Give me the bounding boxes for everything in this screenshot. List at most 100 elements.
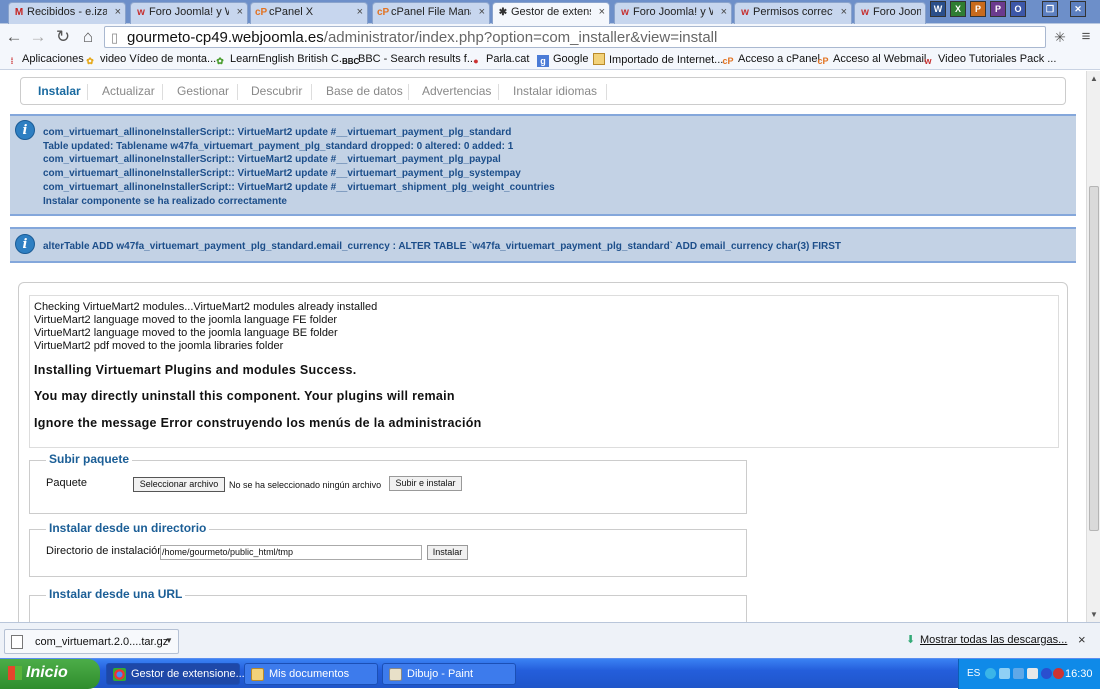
tab-instalar[interactable]: Instalar — [38, 84, 81, 98]
show-all-downloads-link[interactable]: Mostrar todas las descargas... — [920, 634, 1067, 646]
parla-icon: ● — [473, 56, 479, 66]
bookmark-aplicaciones[interactable]: ⁞ Aplicaciones — [6, 53, 84, 67]
log-line: VirtueMart2 language moved to the joomla… — [34, 314, 338, 326]
language-indicator[interactable]: ES — [967, 668, 980, 679]
close-tab-icon[interactable]: × — [357, 6, 363, 18]
tray-app-icon[interactable] — [1013, 668, 1024, 679]
browser-tab-cpanel[interactable]: cP cPanel X × — [250, 2, 368, 24]
tab-descubrir[interactable]: Descubrir — [251, 84, 302, 98]
info-icon: i — [15, 120, 35, 140]
security-icon[interactable] — [1041, 668, 1052, 679]
download-item[interactable]: com_virtuemart.2.0....tar.gz ▼ — [4, 629, 179, 654]
display-icon[interactable] — [1027, 668, 1038, 679]
start-button[interactable]: Inicio — [0, 659, 100, 689]
bookmark-label: Importado de Internet... — [609, 54, 724, 66]
page-scrollbar[interactable]: ▲ ▼ — [1086, 71, 1100, 622]
windows-logo-icon — [8, 666, 22, 680]
tab-base-de-datos[interactable]: Base de datos — [326, 84, 403, 98]
close-tab-icon[interactable]: × — [841, 6, 847, 18]
windows-taskbar: Inicio Gestor de extensione... Mis docum… — [0, 658, 1100, 689]
connection-icon[interactable] — [999, 668, 1010, 679]
menu-icon[interactable]: ≡ — [1076, 27, 1096, 47]
task-dibujo-paint[interactable]: Dibujo - Paint — [382, 663, 516, 685]
close-tab-icon[interactable]: × — [479, 6, 485, 18]
close-tab-icon[interactable]: × — [115, 6, 121, 18]
bookmark-learnenglish[interactable]: ✿ LearnEnglish British C... — [214, 53, 348, 67]
bookmark-acceso-webmail[interactable]: cP Acceso al Webmail — [817, 53, 926, 67]
bookmark-bbc[interactable]: BBCBBC - Search results f... — [342, 53, 476, 68]
downloads-bar: com_virtuemart.2.0....tar.gz ▼ ⬇ Mostrar… — [0, 622, 1100, 658]
select-file-button[interactable]: Seleccionar archivo — [133, 477, 225, 492]
home-icon[interactable]: ⌂ — [78, 27, 98, 47]
bookmark-video-montaje[interactable]: ✿ video Vídeo de monta... — [84, 53, 216, 67]
bookmark-google[interactable]: g Google — [537, 53, 588, 67]
task-gestor-extensiones[interactable]: Gestor de extensione... — [106, 663, 245, 685]
download-filename: com_virtuemart.2.0....tar.gz — [35, 636, 169, 648]
scroll-up-arrow-icon[interactable]: ▲ — [1090, 74, 1098, 83]
browser-tab-strip: M Recibidos - e.izag × w Foro Joomla! y … — [0, 0, 1100, 24]
tab-instalar-idiomas[interactable]: Instalar idiomas — [513, 84, 597, 98]
browser-tab-permisos[interactable]: w Permisos correcto × — [734, 2, 852, 24]
browser-tab-foro-joomla-2[interactable]: w Foro Joomla! y W × — [614, 2, 732, 24]
google-icon: g — [537, 55, 549, 67]
scroll-down-arrow-icon[interactable]: ▼ — [1090, 610, 1098, 619]
close-icon[interactable]: × — [1078, 632, 1086, 647]
forward-arrow-icon[interactable]: → — [28, 27, 48, 47]
joomla-icon: w — [621, 7, 629, 18]
extension-icon[interactable]: ✳ — [1050, 27, 1070, 47]
outlook-app-icon[interactable]: O — [1010, 1, 1026, 17]
tab-advertencias[interactable]: Advertencias — [422, 84, 491, 98]
browser-tab-gmail[interactable]: M Recibidos - e.izag × — [8, 2, 126, 24]
back-arrow-icon[interactable]: ← — [4, 27, 24, 47]
close-tab-icon[interactable]: × — [721, 6, 727, 18]
address-bar[interactable]: ▯ gourmeto-cp49.webjoomla.es/administrat… — [104, 26, 1046, 48]
subnav-separator — [162, 84, 163, 100]
scrollbar-thumb[interactable] — [1089, 186, 1099, 531]
task-mis-documentos[interactable]: Mis documentos — [244, 663, 378, 685]
file-icon — [11, 635, 23, 649]
bookmark-importado[interactable]: Importado de Internet... — [593, 53, 723, 66]
chevron-down-icon[interactable]: ▼ — [165, 636, 173, 645]
network-icon[interactable] — [985, 668, 996, 679]
install-url-legend: Instalar desde una URL — [46, 587, 186, 601]
message-line: com_virtuemart_allinoneInstallerScript::… — [43, 154, 501, 165]
log-line: VirtueMart2 language moved to the joomla… — [34, 327, 338, 339]
browser-tab-foro-joomla-1[interactable]: w Foro Joomla! y W × — [130, 2, 248, 24]
restore-window-icon[interactable]: ❐ — [1042, 1, 1058, 17]
message-line: com_virtuemart_allinoneInstallerScript::… — [43, 127, 512, 138]
powerpoint-app-icon[interactable]: P — [970, 1, 986, 17]
message-line: com_virtuemart_allinoneInstallerScript::… — [43, 182, 555, 193]
log-bold-line: Ignore the message Error construyendo lo… — [34, 416, 482, 430]
close-tab-icon[interactable]: × — [237, 6, 243, 18]
tab-gestionar[interactable]: Gestionar — [177, 84, 229, 98]
video-icon: w — [924, 56, 932, 66]
message-line: Table updated: Tablename w47fa_virtuemar… — [43, 141, 514, 152]
close-window-icon[interactable]: ✕ — [1070, 1, 1086, 17]
install-directory-input[interactable]: /home/gourmeto/public_html/tmp — [160, 545, 422, 560]
tab-actualizar[interactable]: Actualizar — [102, 84, 155, 98]
browser-tab-foro-joomla-3[interactable]: w Foro Joom — [854, 2, 926, 24]
upload-install-button[interactable]: Subir e instalar — [389, 476, 462, 491]
browser-tab-cpanel-file-manager[interactable]: cP cPanel File Manag × — [372, 2, 490, 24]
bookmark-label: Acceso a cPanel — [738, 53, 820, 65]
excel-app-icon[interactable]: X — [950, 1, 966, 17]
page-content: Instalar Actualizar Gestionar Descubrir … — [0, 71, 1086, 622]
joomla-icon: w — [741, 7, 749, 18]
bookmark-label: Google — [553, 53, 589, 65]
cpanel-icon: cP — [377, 7, 390, 18]
bookmark-label: video Vídeo de monta... — [100, 53, 217, 65]
log-bold-line: Installing Virtuemart Plugins and module… — [34, 363, 357, 377]
antivirus-icon[interactable] — [1053, 668, 1064, 679]
bookmark-parla[interactable]: ● Parla.cat — [470, 53, 529, 67]
install-panel: Checking VirtueMart2 modules...VirtueMar… — [18, 282, 1068, 622]
publisher-app-icon[interactable]: P — [990, 1, 1006, 17]
bookmark-video-tutoriales[interactable]: w Video Tutoriales Pack ... — [922, 53, 1056, 67]
bookmark-acceso-cpanel[interactable]: cP Acceso a cPanel — [722, 53, 820, 67]
reload-icon[interactable]: ↻ — [53, 27, 73, 47]
page-icon: ▯ — [111, 30, 119, 45]
install-directory-button[interactable]: Instalar — [427, 545, 468, 560]
word-app-icon[interactable]: W — [930, 1, 946, 17]
close-tab-icon[interactable]: × — [599, 6, 605, 18]
bookmark-label: Aplicaciones — [22, 53, 84, 65]
browser-tab-gestor-extensiones[interactable]: ✱ Gestor de extensi × — [492, 2, 610, 24]
